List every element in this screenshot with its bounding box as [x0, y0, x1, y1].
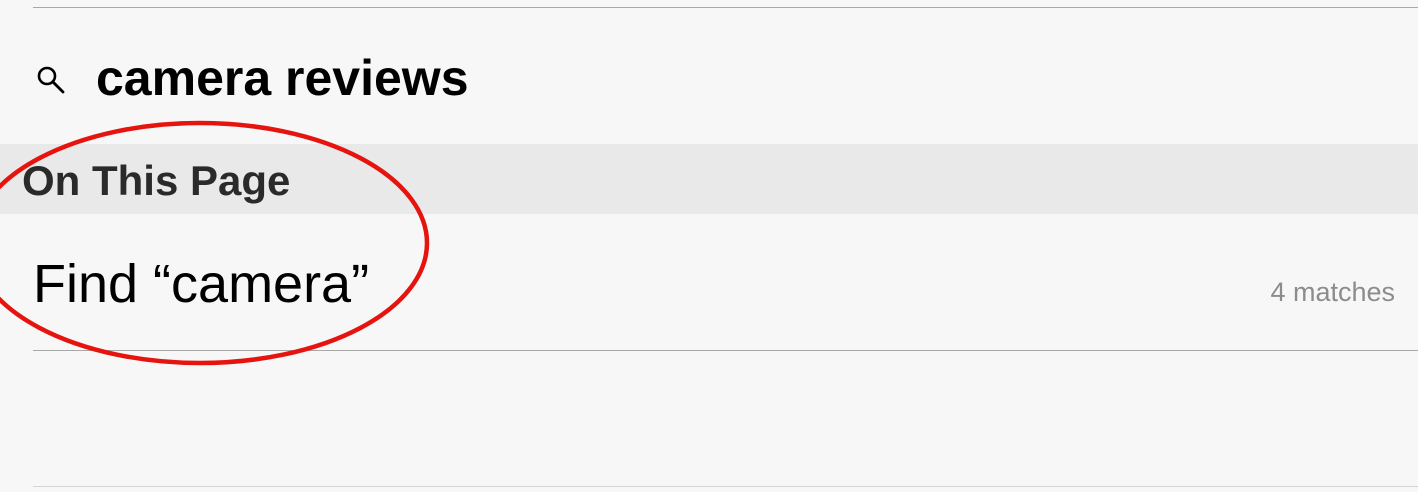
search-suggestion-row[interactable]: camera reviews	[0, 40, 1418, 115]
find-on-page-row[interactable]: Find “camera” 4 matches	[0, 215, 1418, 350]
find-on-page-label: Find “camera”	[33, 254, 370, 314]
match-count: 4 matches	[1270, 277, 1395, 307]
row-divider	[33, 350, 1418, 351]
section-header: On This Page	[0, 144, 1418, 214]
search-query-text: camera reviews	[96, 50, 469, 106]
section-title: On This Page	[22, 157, 291, 204]
search-icon	[35, 64, 69, 98]
bottom-divider	[33, 486, 1418, 487]
top-divider	[33, 7, 1418, 8]
